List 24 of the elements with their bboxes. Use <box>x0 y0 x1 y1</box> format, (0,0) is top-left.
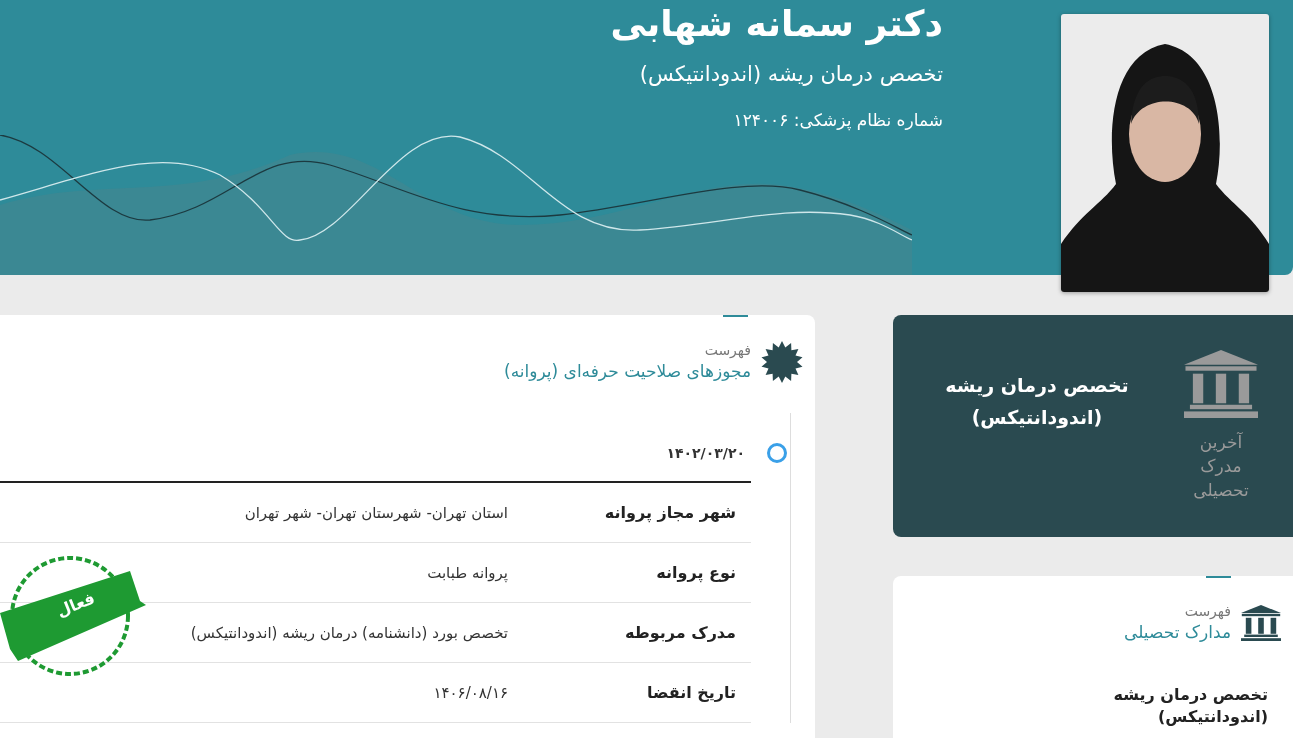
section-title: مجوزهای صلاحیت حرفه‌ای (پروانه) <box>504 360 751 383</box>
field-value: تخصص بورد (دانشنامه) درمان ریشه (اندودانتیکس) <box>190 623 508 642</box>
field-value: پروانه طبابت <box>427 563 508 582</box>
doctor-name: دکتر سمانه شهابی <box>610 2 943 47</box>
bank-icon <box>1184 349 1258 419</box>
license-date: ۱۴۰۲/۰۳/۲۰ <box>666 445 745 461</box>
section-title: مدارک تحصیلی <box>1124 621 1231 644</box>
registration-number: شماره نظام پزشکی: ۱۲۴۰۰۶ <box>733 110 943 130</box>
section-caption: فهرست <box>703 341 751 359</box>
timeline-dot <box>767 443 787 463</box>
latest-degree-title: تخصص درمان ریشه (اندودانتیکس) <box>944 373 1130 431</box>
section-caption: فهرست <box>1183 602 1231 620</box>
specialty-text: تخصص درمان ریشه (اندودانتیکس) <box>639 62 943 86</box>
field-label: نوع پروانه <box>655 563 737 582</box>
badge-icon <box>761 341 803 383</box>
field-value: استان تهران- شهرستان تهران- شهر تهران <box>244 503 508 522</box>
degree-item: تخصص درمان ریشه (اندودانتیکس) <box>1112 684 1269 728</box>
field-label: تاریخ انقضا <box>645 683 737 702</box>
latest-degree-label: آخرین مدرک تحصیلی <box>1192 431 1250 503</box>
bank-icon <box>1241 604 1281 642</box>
field-value: ۱۴۰۶/۰۸/۱۶ <box>433 683 508 702</box>
field-label: شهر مجاز پروانه <box>603 503 737 522</box>
stamp-label: فعال <box>53 588 98 621</box>
field-label: مدرک مربوطه <box>624 623 737 642</box>
